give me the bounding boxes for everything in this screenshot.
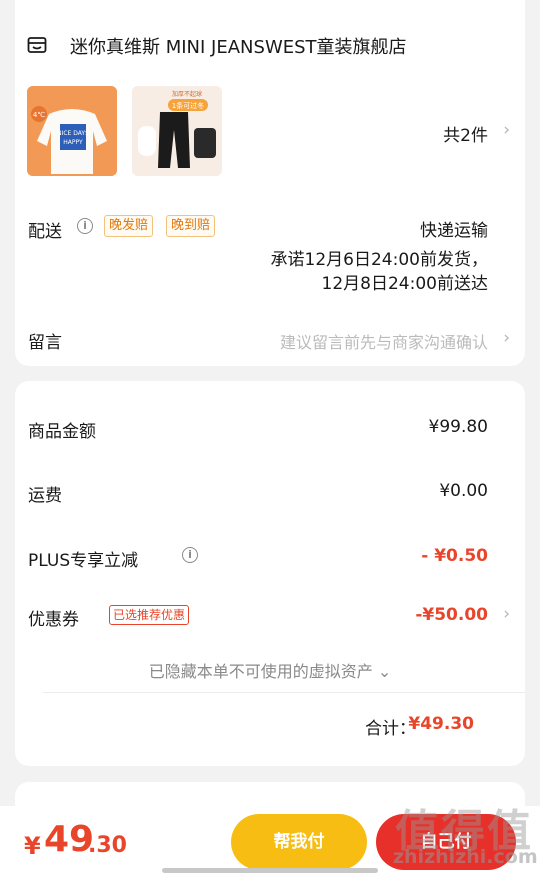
product-thumbnail-sweatshirt[interactable]: NICE DAYS HAPPY 4℃ — [27, 86, 117, 176]
shipping-fee-value: ¥0.00 — [439, 481, 488, 501]
product-thumbnail-pants[interactable]: 加厚不起球 1条可过冬 — [132, 86, 222, 176]
store-icon — [27, 37, 47, 53]
plus-discount-label: PLUS专享立减 — [28, 551, 139, 571]
chevron-right-icon[interactable]: › — [503, 328, 510, 348]
help-me-pay-button[interactable]: 帮我付 — [231, 814, 367, 870]
goods-amount-value: ¥99.80 — [428, 417, 488, 437]
chevron-right-icon[interactable]: › — [503, 604, 510, 624]
hidden-assets-toggle[interactable]: 已隐藏本单不可使用的虚拟资产 ⌄ — [0, 658, 540, 682]
svg-text:HAPPY: HAPPY — [63, 139, 83, 146]
ship-promise-line2: 12月8日24:00前送达 — [321, 274, 488, 294]
info-icon[interactable]: i — [182, 547, 198, 563]
late-ship-badge: 晚发赔 — [104, 215, 154, 237]
ship-promise-line1: 承诺12月6日24:00前发货， — [270, 250, 488, 270]
info-icon[interactable]: i — [77, 218, 93, 234]
delivery-label: 配送 — [28, 222, 62, 242]
goods-amount-label: 商品金额 — [28, 422, 96, 442]
price-decimal: .30 — [88, 833, 127, 858]
divider — [43, 692, 525, 693]
thumb2-text: 1条可过冬 — [172, 101, 204, 110]
chevron-right-icon[interactable]: › — [503, 120, 510, 140]
shipping-fee-label: 运费 — [28, 486, 62, 506]
coupon-label: 优惠券 — [28, 610, 79, 630]
late-arrival-badge: 晚到赔 — [166, 215, 216, 237]
total-value: ¥49.30 — [408, 714, 474, 734]
store-name[interactable]: 迷你真维斯 MINI JEANSWEST童装旗舰店 — [70, 33, 407, 59]
home-indicator — [162, 868, 378, 873]
coupon-selected-badge: 已选推荐优惠 — [109, 605, 190, 625]
thumb1-badge: 4℃ — [33, 111, 45, 119]
watermark-url: zhizhizhi.com — [393, 846, 538, 868]
price-integer: 49 — [44, 819, 95, 860]
coupon-value[interactable]: -¥50.00 — [415, 605, 488, 625]
plus-discount-value: - ¥0.50 — [421, 546, 488, 566]
thumb1-text: NICE DAYS — [57, 130, 89, 137]
price-currency: ¥ — [24, 832, 41, 860]
message-label: 留言 — [28, 333, 62, 353]
shipping-method: 快递运输 — [420, 221, 488, 241]
svg-text:加厚不起球: 加厚不起球 — [172, 90, 202, 98]
message-input[interactable]: 建议留言前先与商家沟通确认 — [280, 329, 488, 353]
item-count[interactable]: 共2件 — [443, 121, 488, 146]
